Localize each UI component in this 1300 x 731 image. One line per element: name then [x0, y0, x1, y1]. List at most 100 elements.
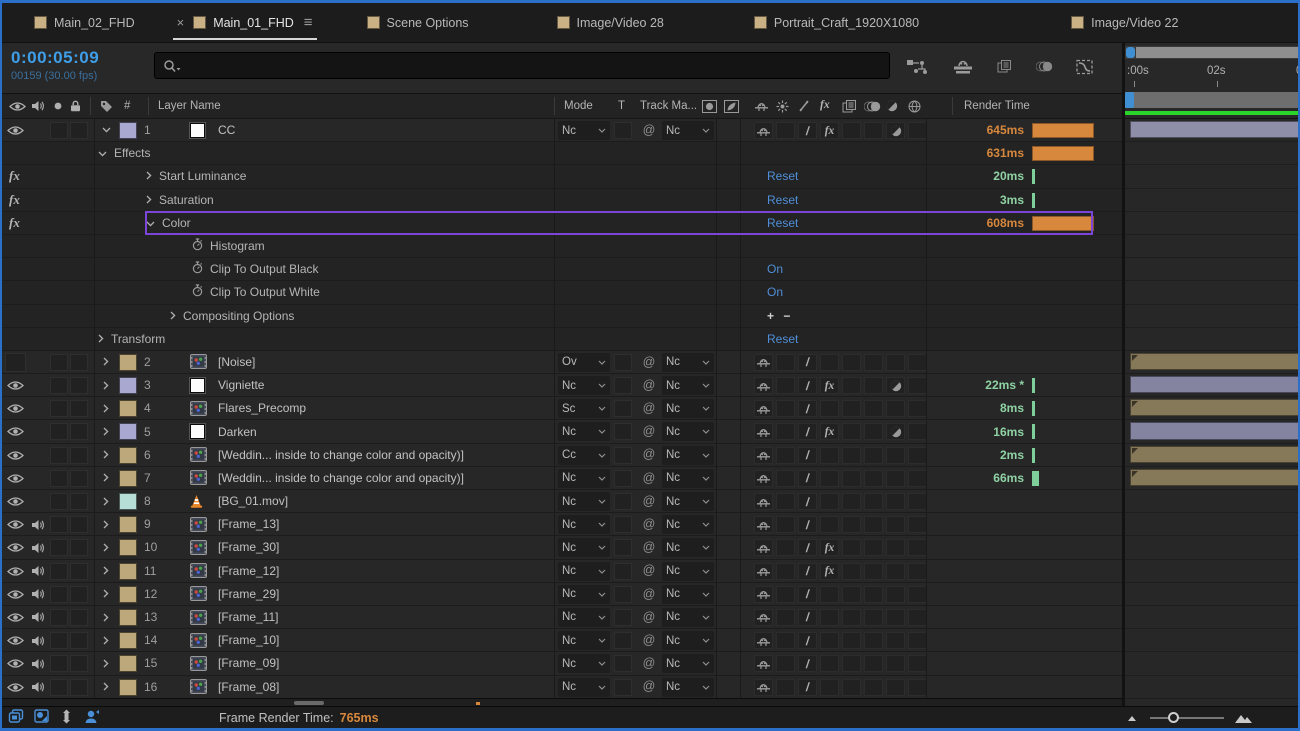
lock-toggle[interactable] — [70, 122, 88, 139]
label-color-swatch[interactable] — [119, 586, 137, 603]
timeline-row[interactable] — [1125, 444, 1298, 467]
group-name[interactable]: Transform — [98, 328, 165, 350]
switch-empty[interactable] — [864, 377, 883, 394]
solo-toggle[interactable] — [50, 400, 68, 417]
label-color-swatch[interactable] — [119, 122, 137, 139]
audio-toggle[interactable] — [27, 121, 48, 140]
preserve-transparency-toggle[interactable] — [614, 377, 632, 394]
switch-quality[interactable]: / — [798, 354, 817, 371]
preserve-transparency-toggle[interactable] — [614, 586, 632, 603]
property-expander[interactable] — [170, 309, 176, 323]
switch-empty[interactable] — [908, 632, 927, 649]
property-name[interactable]: Clip To Output Black — [192, 258, 319, 280]
switch-quality[interactable]: / — [798, 470, 817, 487]
eye-toggle[interactable] — [5, 585, 26, 604]
layer-row-3[interactable]: 3VignietteNc@Nc/fx22ms * — [2, 374, 1122, 397]
switch-empty[interactable] — [842, 400, 861, 417]
solo-toggle[interactable] — [50, 470, 68, 487]
track-matte-dropdown[interactable]: Nc — [662, 678, 714, 697]
solo-toggle[interactable] — [50, 609, 68, 626]
preserve-transparency-toggle[interactable] — [614, 563, 632, 580]
property-row[interactable]: Clip To Output WhiteOn — [2, 281, 1122, 304]
layer-name[interactable]: [Frame_08] — [218, 676, 553, 698]
column-number[interactable]: # — [124, 94, 130, 118]
switch-quality[interactable]: / — [798, 563, 817, 580]
property-row[interactable]: fxColorReset608ms — [2, 212, 1122, 235]
audio-toggle[interactable] — [27, 631, 48, 650]
timeline-scrollbar-cap[interactable] — [1126, 47, 1135, 58]
layer-name[interactable]: [Frame_11] — [218, 606, 553, 628]
switch-empty[interactable] — [842, 563, 861, 580]
solo-toggle[interactable] — [50, 679, 68, 696]
switch-quality[interactable]: / — [798, 423, 817, 440]
label-color-swatch[interactable] — [119, 563, 137, 580]
switch-fx[interactable]: fx — [820, 377, 839, 394]
switch-fx[interactable]: fx — [820, 423, 839, 440]
timeline-row[interactable] — [1125, 420, 1298, 443]
tab-main-02-fhd[interactable]: Main_02_FHD — [28, 8, 141, 38]
layer-name[interactable]: CC — [218, 119, 553, 141]
timeline-scrollbar-handle[interactable] — [1136, 47, 1298, 58]
switch-adjustment[interactable] — [886, 655, 905, 672]
layer-name[interactable]: Darken — [218, 420, 553, 442]
timeline-row[interactable] — [1125, 142, 1298, 165]
lock-toggle[interactable] — [70, 563, 88, 580]
preserve-transparency-toggle[interactable] — [614, 516, 632, 533]
eye-toggle[interactable] — [5, 678, 26, 697]
solo-toggle[interactable] — [50, 655, 68, 672]
layer-row-5[interactable]: 5DarkenNc@Nc/fx16ms — [2, 420, 1122, 443]
column-tag[interactable] — [100, 94, 113, 118]
audio-toggle[interactable] — [27, 469, 48, 488]
column-lock[interactable] — [70, 94, 81, 118]
switch-quality[interactable]: / — [798, 679, 817, 696]
column-switch-adjustment[interactable] — [886, 94, 898, 118]
property-name[interactable]: Clip To Output White — [192, 281, 320, 303]
layer-row-8[interactable]: 8[BG_01.mov]Nc@Nc/ — [2, 490, 1122, 513]
switch-empty[interactable] — [842, 423, 861, 440]
blend-mode-dropdown[interactable]: Nc — [558, 631, 610, 650]
audio-toggle[interactable] — [27, 422, 48, 441]
column-switch-quality[interactable] — [798, 94, 810, 118]
zoom-slider-knob[interactable] — [1168, 712, 1179, 723]
column-switch-fx[interactable]: fx — [820, 94, 830, 118]
track-matte-dropdown[interactable]: Nc — [662, 562, 714, 581]
switch-fx[interactable] — [820, 447, 839, 464]
switch-fx[interactable]: fx — [820, 563, 839, 580]
search-input[interactable] — [187, 59, 881, 73]
work-area-bar[interactable] — [1125, 92, 1298, 108]
property-expander[interactable] — [98, 146, 107, 160]
switch-quality[interactable]: / — [798, 655, 817, 672]
switch-empty[interactable] — [776, 609, 795, 626]
switch-empty[interactable] — [842, 447, 861, 464]
toolbar-graph-editor-button[interactable] — [1076, 59, 1094, 78]
timeline-row[interactable] — [1125, 536, 1298, 559]
column-switch-rasterize[interactable] — [776, 94, 789, 118]
blend-mode-dropdown[interactable]: Nc — [558, 585, 610, 604]
switch-quality[interactable]: / — [798, 377, 817, 394]
track-matte-pick-icon[interactable]: @ — [638, 397, 660, 419]
switch-quality[interactable]: / — [798, 122, 817, 139]
layer-row-4[interactable]: 4Flares_PrecompSc@Nc/8ms — [2, 397, 1122, 420]
column-t[interactable]: T — [618, 94, 625, 118]
switch-empty[interactable] — [842, 122, 861, 139]
switch-empty[interactable] — [864, 516, 883, 533]
blend-mode-dropdown[interactable]: Nc — [558, 515, 610, 534]
switch-empty[interactable] — [908, 679, 927, 696]
value-action-link[interactable]: Reset — [767, 165, 798, 187]
lock-toggle[interactable] — [70, 423, 88, 440]
layer-expander[interactable] — [98, 652, 114, 674]
switch-empty[interactable] — [776, 679, 795, 696]
layer-duration-bar[interactable] — [1130, 121, 1298, 138]
label-color-swatch[interactable] — [119, 679, 137, 696]
eye-toggle[interactable] — [5, 538, 26, 557]
audio-toggle[interactable] — [27, 515, 48, 534]
value-action-link[interactable]: Reset — [767, 189, 798, 211]
timeline-row[interactable] — [1125, 606, 1298, 629]
timeline-row[interactable] — [1125, 397, 1298, 420]
column-switch-motion-blur[interactable] — [864, 94, 881, 118]
layer-row-16[interactable]: 16[Frame_08]Nc@Nc/ — [2, 676, 1122, 699]
timeline-row[interactable] — [1125, 629, 1298, 652]
lock-toggle[interactable] — [70, 516, 88, 533]
track-matte-pick-icon[interactable]: @ — [638, 467, 660, 489]
blend-mode-dropdown[interactable]: Nc — [558, 562, 610, 581]
